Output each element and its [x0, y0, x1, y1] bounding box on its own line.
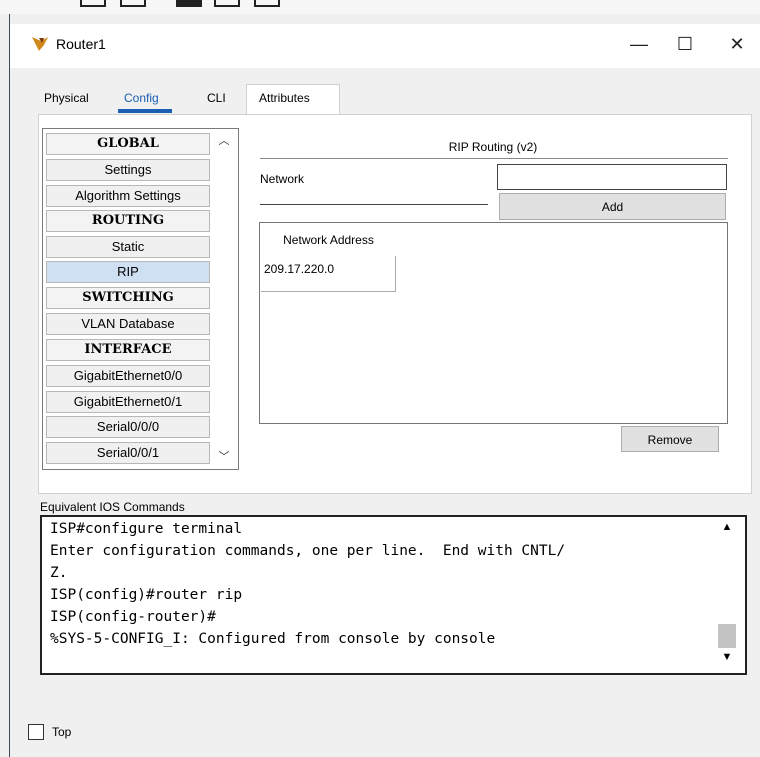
console-line: ISP#configure terminal [50, 521, 243, 537]
toolbar-icon[interactable] [214, 0, 240, 7]
console-line: Enter configuration commands, one per li… [50, 543, 566, 559]
top-checkbox-label: Top [52, 725, 72, 739]
tab-attributes[interactable]: Attributes [259, 88, 310, 108]
maximize-button[interactable]: ☐ [662, 28, 708, 60]
sidebar-item-algorithm-settings[interactable]: Algorithm Settings [46, 185, 210, 207]
ios-commands-label: Equivalent IOS Commands [40, 500, 185, 514]
remove-button[interactable]: Remove [621, 426, 719, 452]
router-app-icon [32, 37, 48, 51]
sidebar-header-interface: INTERFACE [46, 339, 210, 361]
chevron-down-icon[interactable]: ▼ [716, 651, 738, 663]
tab-physical[interactable]: Physical [44, 88, 89, 108]
window-edge [0, 14, 10, 757]
toolbar-icon[interactable] [254, 0, 280, 7]
console-line: ISP(config)#router rip [50, 587, 243, 603]
sidebar-item-rip[interactable]: RIP [46, 261, 210, 283]
sidebar-scrollbar[interactable] [214, 130, 234, 466]
close-button[interactable]: ✕ [714, 28, 760, 60]
network-input[interactable] [497, 164, 727, 190]
network-label-divider [260, 204, 488, 205]
tab-cli[interactable]: CLI [207, 88, 226, 108]
console-line: Z. [50, 565, 68, 581]
top-checkbox[interactable] [28, 724, 44, 740]
network-label: Network [260, 172, 305, 186]
toolbar-icon[interactable] [80, 0, 106, 7]
sidebar-header-switching: SWITCHING [46, 287, 210, 309]
toolbar-icon[interactable] [120, 0, 146, 7]
chevron-up-icon[interactable]: ▲ [716, 521, 738, 533]
minimize-button[interactable]: — [616, 28, 662, 60]
console-scroll-thumb[interactable] [718, 624, 736, 648]
rip-section-title: RIP Routing (v2) [448, 140, 538, 154]
scroll-up-icon[interactable]: ︿ [215, 132, 233, 148]
section-divider [260, 158, 728, 159]
add-button[interactable]: Add [499, 193, 726, 220]
sidebar-item-gigabitethernet0-0[interactable]: GigabitEthernet0/0 [46, 365, 210, 387]
sidebar-item-serial0-0-1[interactable]: Serial0/0/1 [46, 442, 210, 464]
sidebar-item-settings[interactable]: Settings [46, 159, 210, 181]
sidebar-item-serial0-0-0[interactable]: Serial0/0/0 [46, 416, 210, 438]
toolbar-strip [0, 0, 760, 14]
sidebar-item-gigabitethernet0-1[interactable]: GigabitEthernet0/1 [46, 391, 210, 413]
toolbar-icon[interactable] [176, 0, 202, 7]
table-row[interactable]: 209.17.220.0 [261, 256, 396, 292]
scroll-down-icon[interactable]: ﹀ [215, 448, 233, 464]
window-title: Router1 [56, 36, 106, 52]
tab-config[interactable]: Config [124, 88, 159, 108]
sidebar-header-global: GLOBAL [46, 133, 210, 155]
bottom-bar [10, 712, 760, 757]
table-header-network-address: Network Address [283, 233, 374, 247]
sidebar-item-vlan-database[interactable]: VLAN Database [46, 313, 210, 335]
sidebar-item-static[interactable]: Static [46, 236, 210, 258]
console-line: %SYS-5-CONFIG_I: Configured from console… [50, 631, 496, 647]
sidebar-header-routing: ROUTING [46, 210, 210, 232]
active-tab-indicator [118, 109, 172, 113]
console-line: ISP(config-router)# [50, 609, 216, 625]
